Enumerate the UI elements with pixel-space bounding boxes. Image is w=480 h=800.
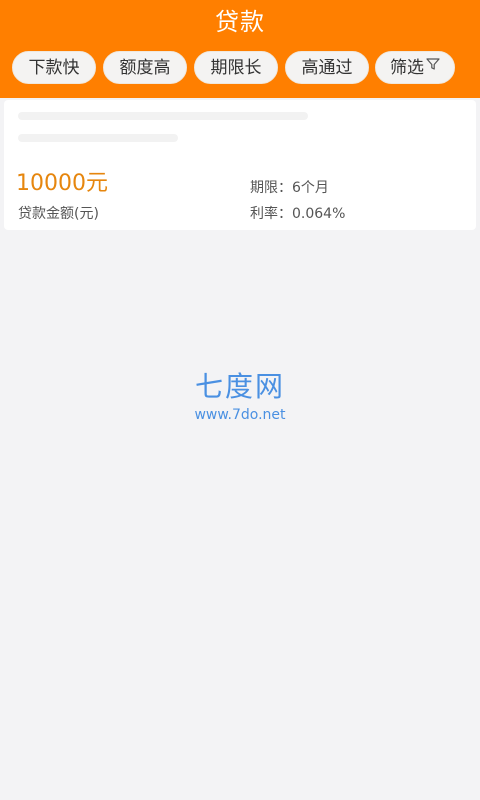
filter-funnel-icon [426, 50, 440, 83]
filter-button-label: 筛选 [390, 58, 424, 78]
filter-chip-long-term[interactable]: 期限长 [194, 51, 278, 84]
watermark-url: www.7do.net [194, 407, 286, 423]
loan-product-card[interactable]: 10000元 贷款金额(元) 期限：6个月 利率：0.064% [4, 100, 476, 230]
filter-chip-high-limit[interactable]: 额度高 [103, 51, 187, 84]
watermark-logo-text: 七度网 [194, 370, 285, 403]
loan-rate: 利率：0.064% [250, 206, 346, 222]
app-header: 贷款 下款快 额度高 期限长 高通过 筛选 [0, 0, 480, 98]
blurred-product-name [18, 112, 308, 120]
page-title: 贷款 [215, 8, 265, 36]
loan-term: 期限：6个月 [250, 180, 329, 196]
site-watermark: 七度网 www.7do.net [180, 370, 300, 424]
blurred-product-tags [18, 134, 178, 142]
filter-chip-fast-disbursal[interactable]: 下款快 [12, 51, 96, 84]
loan-amount-label: 贷款金额(元) [18, 206, 99, 222]
filter-chip-high-approval[interactable]: 高通过 [285, 51, 369, 84]
filter-button[interactable]: 筛选 [375, 51, 455, 84]
loan-amount: 10000元 [16, 171, 108, 196]
